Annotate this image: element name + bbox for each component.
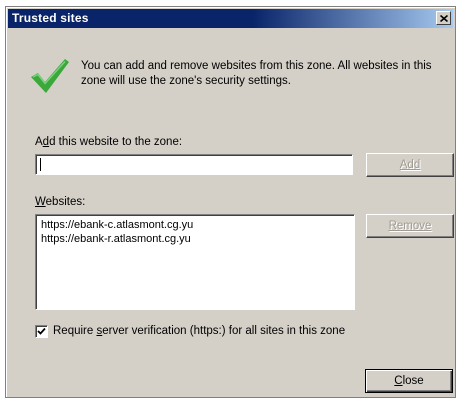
title-close-button[interactable] bbox=[436, 11, 451, 25]
websites-list[interactable]: https://ebank-c.atlasmont.cg.yu https://… bbox=[35, 214, 355, 310]
trusted-sites-dialog: Trusted sites You can add and remove web… bbox=[5, 6, 456, 398]
remove-button[interactable]: Remove bbox=[366, 214, 454, 238]
close-icon bbox=[439, 14, 448, 22]
add-button[interactable]: Add bbox=[366, 153, 454, 177]
websites-label: Websites: bbox=[35, 196, 86, 208]
close-button[interactable]: Close bbox=[365, 369, 453, 393]
list-item[interactable]: https://ebank-c.atlasmont.cg.yu bbox=[41, 218, 349, 232]
title-bar[interactable]: Trusted sites bbox=[8, 9, 453, 28]
server-verification-checkbox[interactable] bbox=[35, 325, 48, 338]
check-icon bbox=[31, 59, 69, 93]
zone-info-text: You can add and remove websites from thi… bbox=[81, 60, 432, 87]
text-caret bbox=[40, 158, 41, 171]
list-item[interactable]: https://ebank-r.atlasmont.cg.yu bbox=[41, 232, 349, 246]
window-title: Trusted sites bbox=[12, 11, 89, 25]
add-website-input[interactable] bbox=[35, 154, 353, 175]
checkmark-icon bbox=[37, 327, 46, 335]
server-verification-label[interactable]: Require server verification (https:) for… bbox=[53, 325, 345, 337]
add-website-label: Add this website to the zone: bbox=[35, 136, 183, 148]
